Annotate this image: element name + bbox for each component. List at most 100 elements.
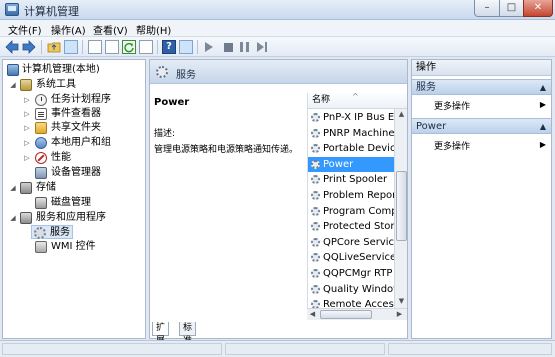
maximize-button[interactable]: □	[499, 0, 524, 17]
service-name: Quality Window	[323, 283, 394, 295]
toolbar-separator	[197, 40, 198, 54]
services-pane-header: 服务	[150, 60, 407, 84]
toolbar: ?	[0, 37, 555, 57]
service-row[interactable]: Program Comp	[308, 204, 394, 219]
status-bar	[0, 340, 555, 357]
service-gear-icon	[311, 206, 320, 216]
menu-file[interactable]: 文件(F)	[8, 22, 42, 37]
services-list: 名称 ^ PnP-X IP Bus En PNRP Machine Portable…	[307, 93, 407, 308]
forward-arrow-icon[interactable]	[22, 40, 36, 54]
collapse-arrow-icon[interactable]: ◢	[9, 181, 17, 195]
service-row[interactable]: QPCore Service	[308, 235, 394, 250]
service-row[interactable]: PnP-X IP Bus En	[308, 110, 394, 125]
service-name: QQLiveService	[323, 252, 394, 264]
service-row[interactable]: Protected Stora	[308, 219, 394, 234]
export-icon[interactable]	[139, 40, 153, 54]
expand-arrow-icon[interactable]: ▷	[23, 107, 31, 121]
menu-help[interactable]: 帮助(H)	[136, 22, 171, 37]
services-pane: 服务 Power 描述: 管理电源策略和电源策略通知传递。 名称 ^ PnP-X…	[149, 59, 408, 346]
submenu-arrow-icon: ▶	[539, 140, 546, 149]
service-name: Remote Access	[323, 299, 394, 308]
service-name: Problem Repor	[323, 190, 394, 201]
service-row[interactable]: Portable Device	[308, 141, 394, 156]
collapse-arrow-icon[interactable]: ◢	[9, 78, 17, 92]
service-gear-icon	[311, 222, 320, 232]
menu-view[interactable]: 查看(V)	[93, 22, 128, 37]
service-name: Print Spooler	[323, 174, 388, 186]
service-name: Program Comp	[323, 205, 394, 217]
expand-arrow-icon[interactable]: ▷	[23, 121, 31, 135]
actions-group-services[interactable]: 服务 ▲	[412, 79, 551, 95]
stop-service-icon[interactable]	[224, 43, 233, 52]
export-list-icon[interactable]	[105, 40, 119, 54]
tree-item-label: 磁盘管理	[51, 197, 91, 208]
service-gear-icon	[311, 159, 320, 169]
show-hide-tree-icon[interactable]	[64, 40, 78, 54]
event-log-icon	[35, 108, 47, 120]
service-row[interactable]: PNRP Machine	[308, 126, 394, 141]
column-header-name[interactable]: 名称 ^	[308, 93, 407, 109]
collapse-arrow-icon[interactable]: ▲	[540, 119, 546, 135]
performance-icon	[35, 152, 47, 164]
back-arrow-icon[interactable]	[5, 40, 19, 54]
horizontal-scrollbar[interactable]: ◀ ▶	[307, 308, 407, 320]
scroll-left-icon[interactable]: ◀	[307, 309, 318, 320]
disk-icon	[35, 197, 47, 209]
tree-item-label: 系统工具	[36, 79, 76, 90]
service-row[interactable]: Quality Window	[308, 282, 394, 297]
collapse-arrow-icon[interactable]: ▲	[540, 80, 546, 96]
service-row[interactable]: Power	[308, 156, 394, 172]
help-icon[interactable]: ?	[162, 40, 176, 54]
storage-icon	[20, 182, 32, 194]
service-row[interactable]: Print Spooler	[308, 172, 394, 187]
expand-arrow-icon[interactable]: ▷	[23, 93, 31, 107]
actions-group-power[interactable]: Power ▲	[412, 118, 551, 134]
scrollbar-thumb[interactable]	[320, 310, 372, 319]
action-pane-icon[interactable]	[179, 40, 193, 54]
more-actions-power[interactable]: 更多操作	[434, 139, 470, 152]
scroll-right-icon[interactable]: ▶	[394, 309, 405, 320]
service-gear-icon	[311, 128, 320, 138]
tab-extended[interactable]: 扩展	[152, 322, 170, 346]
group-label: 服务	[416, 82, 436, 93]
toolbar-separator	[157, 40, 158, 54]
service-gear-icon	[311, 300, 320, 308]
minimize-button[interactable]: –	[474, 0, 500, 17]
scrollbar-thumb[interactable]	[396, 171, 407, 241]
more-actions-services[interactable]: 更多操作	[434, 99, 470, 112]
toolbar-separator	[82, 40, 83, 54]
tree-item-label: 共享文件夹	[51, 122, 101, 133]
scroll-down-icon[interactable]: ▼	[396, 296, 407, 307]
service-row[interactable]: Remote Access	[308, 297, 394, 308]
start-service-icon[interactable]	[205, 42, 213, 52]
scroll-up-icon[interactable]: ▲	[396, 109, 407, 120]
service-gear-icon	[311, 284, 320, 294]
window-title: 计算机管理	[24, 5, 79, 18]
column-header-label: 名称	[312, 95, 331, 105]
tree-item-services[interactable]: 服务	[31, 225, 73, 239]
expand-arrow-icon[interactable]: ▷	[23, 136, 31, 150]
tab-standard[interactable]: 标准	[179, 322, 197, 346]
close-button[interactable]: ✕	[523, 0, 553, 17]
collapse-arrow-icon[interactable]: ◢	[9, 211, 17, 225]
service-gear-icon	[311, 237, 320, 247]
menu-action[interactable]: 操作(A)	[51, 22, 86, 37]
service-row[interactable]: QQPCMgr RTP	[308, 266, 394, 281]
tools-icon	[20, 79, 32, 91]
service-row[interactable]: QQLiveService	[308, 250, 394, 265]
refresh-icon[interactable]	[122, 40, 136, 54]
expand-arrow-icon[interactable]: ▷	[23, 151, 31, 165]
service-row[interactable]: Problem Repor	[308, 188, 394, 203]
pause-service-icon[interactable]	[240, 42, 249, 52]
restart-service-icon[interactable]	[257, 42, 267, 52]
description-text: 管理电源策略和电源策略通知传递。	[154, 145, 299, 155]
status-segment	[2, 343, 222, 355]
toolbar-separator	[41, 40, 42, 54]
properties-icon[interactable]	[88, 40, 102, 54]
actions-pane: 操作 服务 ▲ 更多操作 ▶ Power ▲ 更多操作 ▶	[411, 59, 552, 339]
service-gear-icon	[311, 191, 320, 200]
users-icon	[35, 137, 47, 149]
actions-header: 操作	[412, 60, 551, 76]
vertical-scrollbar[interactable]: ▲ ▼	[394, 109, 407, 308]
up-folder-icon[interactable]	[47, 40, 61, 54]
